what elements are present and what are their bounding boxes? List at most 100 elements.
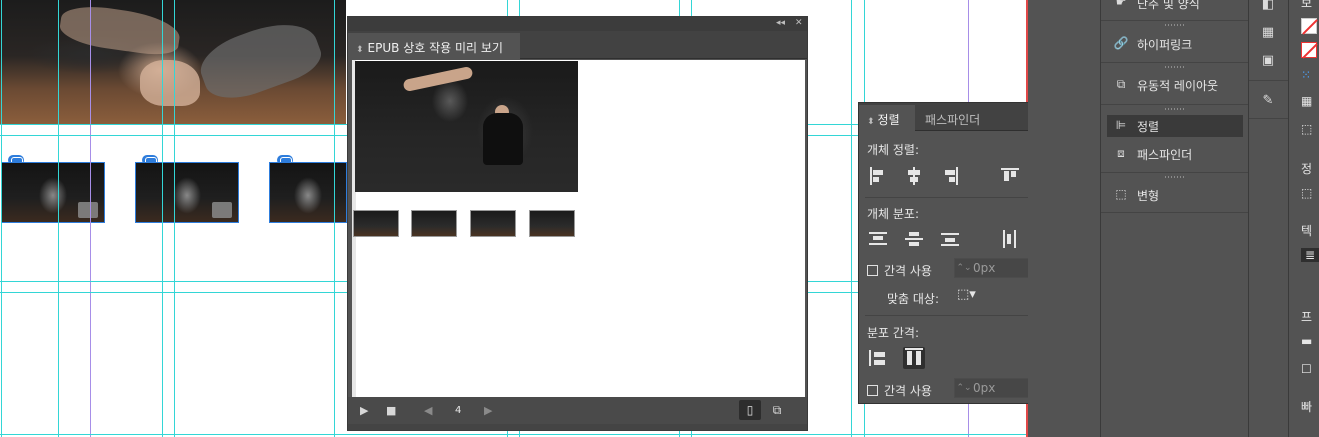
distribute-vertical-space-icon[interactable] (869, 349, 887, 367)
scripts-icon[interactable]: ✎ (1257, 90, 1279, 112)
placed-image-icon (78, 202, 98, 218)
use-spacing-checkbox-row[interactable]: 간격 사용 (867, 262, 932, 279)
swatches-icon[interactable]: ▦ (1257, 22, 1279, 44)
tab-epub-preview[interactable]: ⬍ EPUB 상호 작용 미리 보기 (348, 33, 520, 59)
thumbnail-frame[interactable] (269, 162, 347, 223)
preview-spread-icon[interactable]: ⧉ (766, 400, 788, 420)
previous-page-icon[interactable]: ◀ (424, 404, 432, 417)
stop-icon[interactable]: ■ (386, 404, 396, 417)
use-spacing-checkbox[interactable] (867, 385, 878, 396)
dock-item-liquid-layout[interactable]: ⧉ 유동적 레이아웃 (1107, 74, 1243, 96)
panel-topbar: ◂◂ ✕ (348, 17, 807, 31)
panel-label: 텍 (1301, 224, 1313, 238)
panel-label: 보 (1301, 0, 1313, 10)
align-objects-label: 개체 정렬: (867, 143, 920, 157)
guide-line (1, 0, 2, 437)
preview-thumbnail[interactable] (529, 210, 575, 237)
dock-item-label: 변형 (1137, 188, 1160, 203)
pattern-icon[interactable]: ▦ (1301, 94, 1312, 108)
guide-line (0, 434, 1028, 435)
tab-grip-icon: ⬍ (356, 45, 364, 55)
dock-item-label: 정렬 (1137, 119, 1160, 134)
panel-label: 프 (1301, 310, 1313, 324)
frame-fitting-icon[interactable]: ▬ (1301, 334, 1312, 348)
pages-icon[interactable]: ▣ (1257, 50, 1279, 72)
dock-grip[interactable] (1165, 176, 1185, 178)
dock-grip[interactable] (1165, 66, 1185, 68)
dock-item-pathfinder[interactable]: ⧈ 패스파인더 (1107, 143, 1243, 165)
preview-thumbnail[interactable] (470, 210, 516, 237)
tab-label: 패스파인더 (925, 113, 981, 127)
next-page-icon[interactable]: ▶ (484, 404, 492, 417)
align-to-label: 맞춤 대상: (887, 292, 940, 306)
dock-divider (1101, 172, 1249, 173)
distribute-left-edges-icon[interactable] (1001, 230, 1019, 248)
panel-resize-grip[interactable] (348, 424, 807, 430)
align-left-edges-icon[interactable] (869, 167, 887, 185)
guide-line (162, 0, 163, 437)
stepper-icon[interactable]: ⌃⌄ (955, 383, 973, 393)
checkbox-icon[interactable]: ☐ (1301, 362, 1312, 376)
spacing-input[interactable]: ⌃⌄ 0px (954, 258, 1036, 278)
tab-grip-icon: ⬍ (867, 117, 875, 127)
guide-line (334, 0, 335, 437)
close-panel-icon[interactable]: ✕ (795, 18, 803, 28)
hero-dance-photo[interactable] (0, 0, 346, 124)
dock-item-transform[interactable]: ⬚ 변형 (1107, 184, 1243, 206)
properties-panel: 보 ⁙ ▦ ⬚ 정 ⬚ 텍 ≣ 프 ▬ ☐ 빠 (1288, 0, 1319, 437)
dock-divider (1101, 104, 1249, 105)
text-align-icon[interactable]: ≣ (1301, 248, 1319, 262)
fill-none-swatch[interactable] (1301, 18, 1318, 35)
stepper-icon[interactable]: ⌃⌄ (955, 263, 973, 273)
spacing-input[interactable]: ⌃⌄ 0px (954, 378, 1036, 398)
frame-icon[interactable]: ⬚ (1301, 122, 1312, 136)
preview-main-image[interactable] (355, 61, 578, 192)
panel-label: 빠 (1301, 400, 1313, 414)
dock-divider (1101, 212, 1249, 213)
align-to-selection-icon[interactable]: ⬚▾ (957, 287, 976, 302)
page-number: 4 (455, 405, 462, 416)
preview-thumbnail[interactable] (411, 210, 457, 237)
use-spacing-checkbox[interactable] (867, 265, 878, 276)
use-spacing-checkbox-row[interactable]: 간격 사용 (867, 382, 932, 399)
collapse-panel-icon[interactable]: ◂◂ (776, 18, 785, 28)
preview-thumbnail[interactable] (353, 210, 399, 237)
thumbnail-frame[interactable] (135, 162, 239, 223)
reference-point-icon[interactable]: ⁙ (1301, 68, 1311, 82)
gradient-icon[interactable]: ◧ (1257, 0, 1279, 16)
distribute-horizontal-space-icon[interactable] (903, 347, 925, 369)
margin-guide (90, 0, 91, 437)
liquid-layout-icon: ⧉ (1116, 77, 1126, 91)
hyperlink-icon: 🔗 (1113, 36, 1129, 50)
align-icon[interactable]: ⬚ (1301, 186, 1312, 200)
dock-item-buttons-forms[interactable]: ☛ 단추 및 양식 (1107, 0, 1243, 14)
placed-image-icon (212, 202, 232, 218)
distribute-vertical-centers-icon[interactable] (905, 230, 923, 248)
distribute-objects-label: 개체 분포: (867, 207, 920, 221)
tab-align[interactable]: ⬍ 정렬 (859, 105, 915, 131)
align-right-edges-icon[interactable] (941, 167, 959, 185)
spacing-value: 0px (973, 261, 996, 275)
play-icon[interactable]: ▶ (360, 404, 368, 417)
distribute-bottom-edges-icon[interactable] (941, 230, 959, 248)
tab-label: 정렬 (877, 113, 900, 127)
tab-pathfinder[interactable]: 패스파인더 (917, 105, 988, 131)
dock-grip[interactable] (1165, 24, 1185, 26)
icon-toolstrip: ◧ ▦ ▣ ✎ (1248, 0, 1289, 437)
dock-grip[interactable] (1165, 108, 1185, 110)
pathfinder-icon: ⧈ (1117, 146, 1125, 160)
distribute-top-edges-icon[interactable] (869, 230, 887, 248)
dock-item-label: 유동적 레이아웃 (1137, 78, 1219, 93)
preview-document-icon[interactable]: ▯ (739, 400, 761, 420)
stroke-none-swatch[interactable] (1301, 42, 1318, 59)
guide-line (58, 0, 59, 437)
epub-preview-area[interactable] (352, 60, 805, 397)
panel-label: 정 (1301, 162, 1313, 176)
align-horizontal-centers-icon[interactable] (905, 167, 923, 185)
dock-item-hyperlinks[interactable]: 🔗 하이퍼링크 (1107, 33, 1243, 55)
distribute-spacing-label: 분포 간격: (867, 326, 920, 340)
align-top-edges-icon[interactable] (1001, 167, 1019, 185)
dock-item-align[interactable]: ⊫ 정렬 (1107, 115, 1243, 137)
indesign-window: ◂◂ ✕ ⬍ EPUB 상호 작용 미리 보기 ▶ ■ ◀ 4 ▶ ▯ ⧉ ⬍ … (0, 0, 1319, 437)
dock-item-label: 하이퍼링크 (1137, 37, 1193, 52)
